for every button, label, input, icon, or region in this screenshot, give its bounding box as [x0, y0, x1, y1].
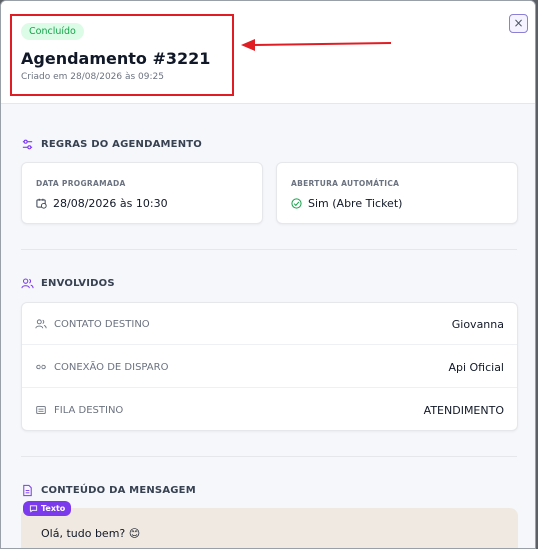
annotation-arrow	[241, 39, 392, 51]
auto-open-value-row: Sim (Abre Ticket)	[291, 197, 402, 210]
message-section-title: CONTEÚDO DA MENSAGEM	[21, 484, 196, 497]
auto-open-value: Sim (Abre Ticket)	[308, 197, 403, 210]
close-button[interactable]: ×	[509, 14, 528, 33]
chat-icon	[29, 505, 38, 513]
list-item: CONTATO DESTINO Giovanna	[22, 303, 517, 345]
connection-label: CONEXÃO DE DISPARO	[54, 361, 169, 373]
sliders-icon	[22, 139, 33, 150]
rules-section-title: REGRAS DO AGENDAMENTO	[21, 138, 202, 151]
contact-value: Giovanna	[451, 318, 504, 331]
involved-card: CONTATO DESTINO Giovanna CONEXÃO DE DISP…	[21, 302, 518, 431]
message-section-label: CONTEÚDO DA MENSAGEM	[41, 485, 196, 496]
check-circle-icon	[291, 198, 302, 209]
list-item: FILA DESTINO ATENDIMENTO	[22, 389, 517, 431]
document-icon	[23, 484, 32, 497]
section-divider	[21, 456, 517, 457]
list-item: CONEXÃO DE DISPARO Api Oficial	[22, 346, 517, 388]
link-icon	[36, 364, 46, 370]
scheduled-date-label: DATA PROGRAMADA	[36, 179, 126, 188]
scheduled-date-card: DATA PROGRAMADA 28/08/2026 às 10:30	[21, 162, 263, 224]
users-icon	[35, 319, 47, 329]
message-type-tag: Texto	[23, 501, 72, 516]
calendar-clock-icon	[36, 198, 47, 209]
auto-open-label: ABERTURA AUTOMÁTICA	[291, 179, 400, 188]
schedule-details-modal: Concluído Agendamento #3221 Criado em 28…	[0, 0, 536, 549]
queue-label: FILA DESTINO	[54, 404, 124, 416]
rules-section-label: REGRAS DO AGENDAMENTO	[41, 139, 203, 150]
contact-label: CONTATO DESTINO	[54, 318, 150, 330]
message-text: Olá, tudo bem? 😊	[41, 527, 141, 540]
highlight-box	[10, 14, 234, 96]
connection-value: Api Oficial	[448, 361, 504, 374]
queue-value: ATENDIMENTO	[423, 404, 504, 417]
involved-section-title: ENVOLVIDOS	[21, 277, 115, 290]
inbox-icon	[36, 406, 46, 414]
scheduled-date-value-row: 28/08/2026 às 10:30	[36, 197, 168, 210]
auto-open-card: ABERTURA AUTOMÁTICA Sim (Abre Ticket)	[276, 162, 518, 224]
users-icon	[21, 278, 34, 289]
section-divider	[21, 249, 517, 250]
scheduled-date-value: 28/08/2026 às 10:30	[53, 197, 168, 210]
involved-section-label: ENVOLVIDOS	[41, 278, 115, 289]
message-type-label: Texto	[41, 504, 66, 513]
